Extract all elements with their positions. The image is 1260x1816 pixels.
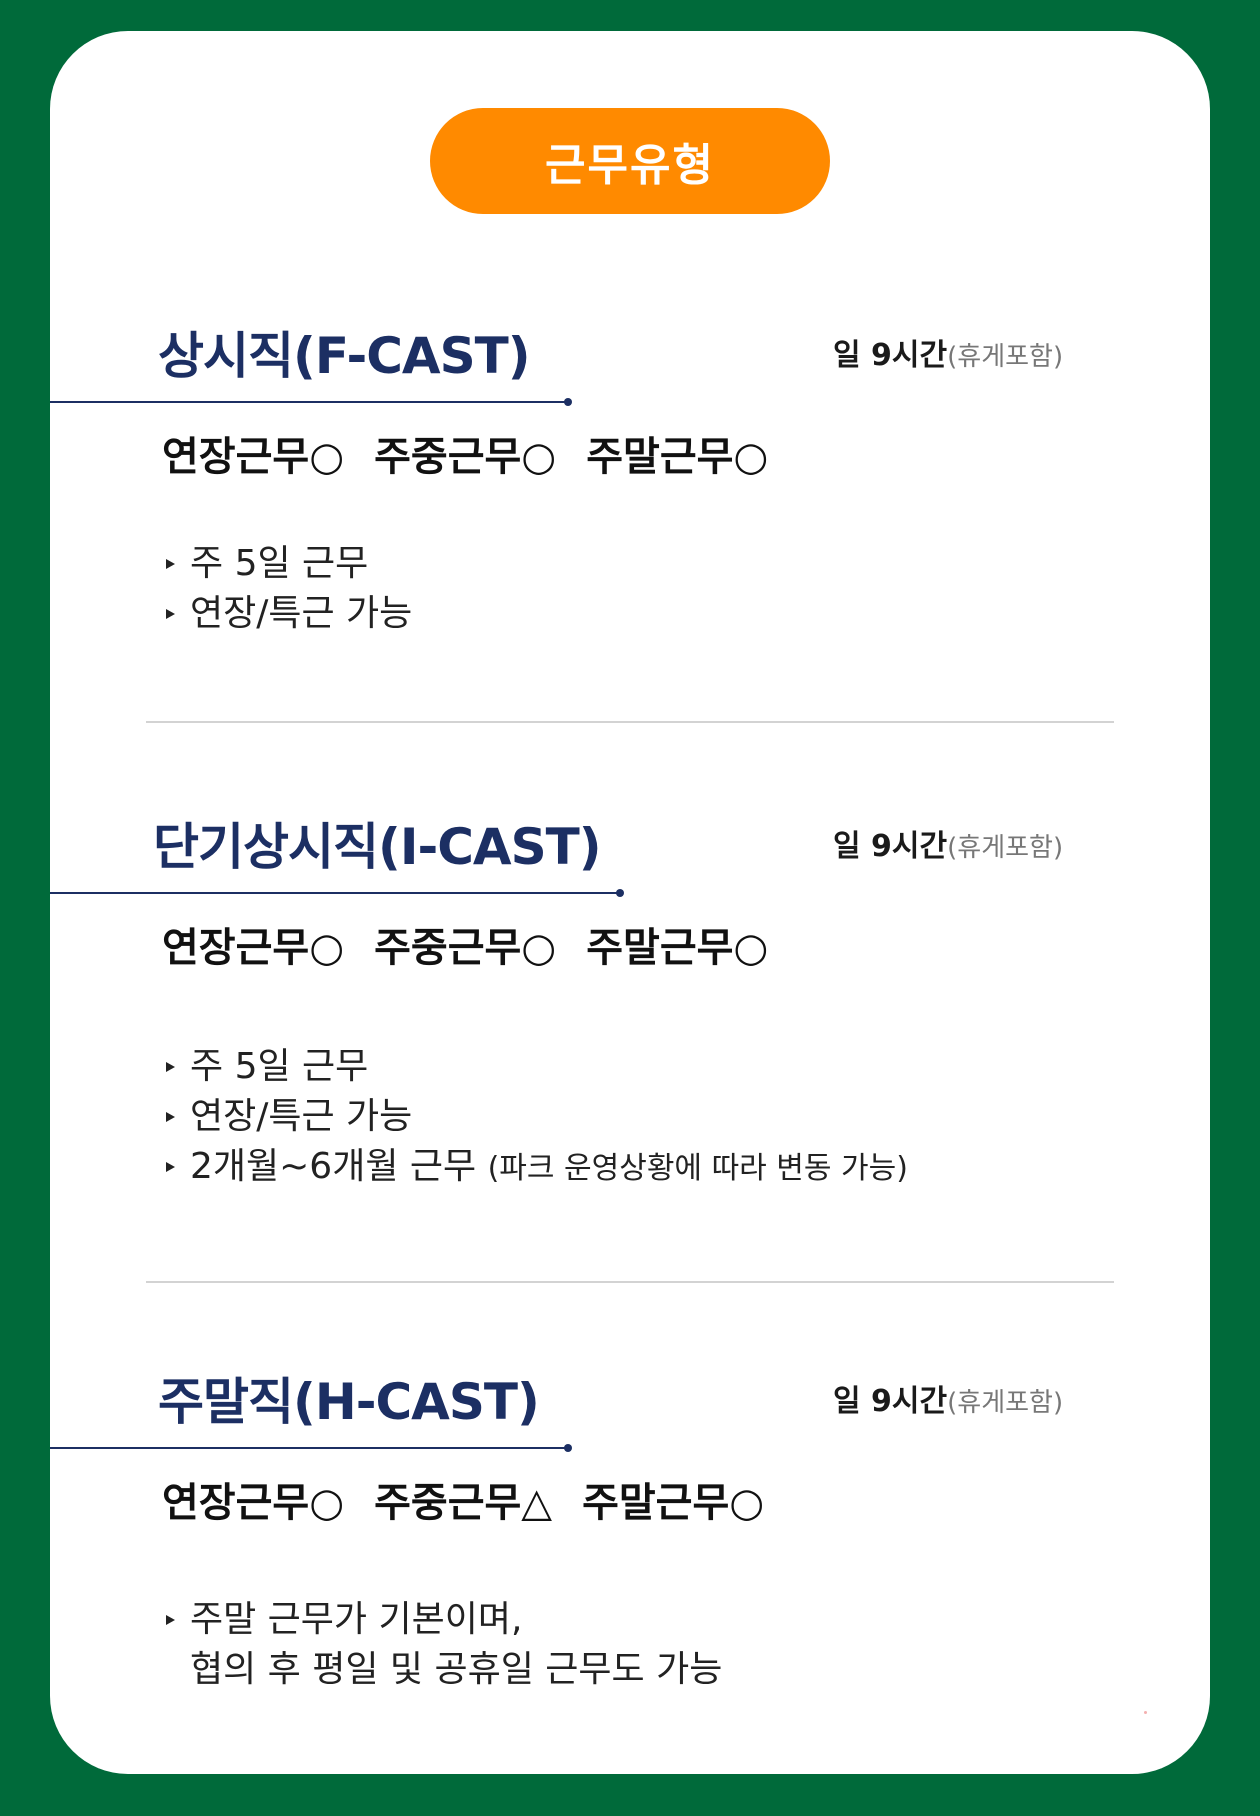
section-divider xyxy=(146,721,1114,723)
hours-note: (휴게포함) xyxy=(947,1388,1064,1418)
option-weekend: 주말근무○ xyxy=(586,925,769,971)
hours-note: (휴게포함) xyxy=(947,833,1064,863)
list-item-text: 2개월~6개월 근무 xyxy=(190,1146,477,1187)
list-item: 주 5일 근무 xyxy=(162,1042,908,1092)
condition-list: 주말 근무가 기본이며, 협의 후 평일 및 공휴일 근무도 가능 xyxy=(162,1595,722,1695)
option-weekend: 주말근무○ xyxy=(582,1480,765,1526)
work-options: 연장근무○ 주중근무△ 주말근무○ xyxy=(162,1470,764,1528)
condition-list: 주 5일 근무 연장/특근 가능 xyxy=(162,539,412,639)
list-item: 연장/특근 가능 xyxy=(162,589,412,639)
section-title: 단기상시직(I-CAST) xyxy=(153,818,602,876)
option-weekday: 주중근무○ xyxy=(374,434,557,480)
hours-note: (휴게포함) xyxy=(947,342,1064,372)
list-item: 주말 근무가 기본이며, xyxy=(162,1595,722,1645)
hours-value: 일 9시간 xyxy=(833,829,948,864)
option-weekday: 주중근무○ xyxy=(374,925,557,971)
condition-list: 주 5일 근무 연장/특근 가능 2개월~6개월 근무 (파크 운영상황에 따라… xyxy=(162,1042,908,1194)
option-overtime: 연장근무○ xyxy=(162,434,345,480)
work-type-card: 근무유형 상시직(F-CAST) 일 9시간(휴게포함) 연장근무○ 주중근무○… xyxy=(50,31,1210,1774)
work-hours: 일 9시간(휴게포함) xyxy=(833,821,1063,865)
list-item-continuation: 협의 후 평일 및 공휴일 근무도 가능 xyxy=(190,1649,723,1690)
list-item: 연장/특근 가능 xyxy=(162,1092,908,1142)
title-underline xyxy=(50,1444,572,1452)
option-overtime: 연장근무○ xyxy=(162,925,345,971)
title-underline xyxy=(50,889,624,897)
work-hours: 일 9시간(휴게포함) xyxy=(833,1376,1063,1420)
title-underline xyxy=(50,398,572,406)
work-options: 연장근무○ 주중근무○ 주말근무○ xyxy=(162,424,768,482)
hours-value: 일 9시간 xyxy=(833,1384,948,1419)
hours-value: 일 9시간 xyxy=(833,338,948,373)
option-overtime: 연장근무○ xyxy=(162,1480,345,1526)
list-item: 주 5일 근무 xyxy=(162,539,412,589)
list-item-note: (파크 운영상황에 따라 변동 가능) xyxy=(487,1151,908,1186)
option-weekday: 주중근무△ xyxy=(374,1480,553,1526)
decorative-dot xyxy=(1144,1711,1147,1714)
section-title: 상시직(F-CAST) xyxy=(158,327,531,385)
work-hours: 일 9시간(휴게포함) xyxy=(833,330,1063,374)
work-type-header-badge: 근무유형 xyxy=(430,108,830,214)
work-options: 연장근무○ 주중근무○ 주말근무○ xyxy=(162,915,768,973)
option-weekend: 주말근무○ xyxy=(586,434,769,480)
list-item: 2개월~6개월 근무 (파크 운영상황에 따라 변동 가능) xyxy=(162,1142,908,1194)
section-divider xyxy=(146,1281,1114,1283)
section-title: 주말직(H-CAST) xyxy=(158,1373,540,1431)
